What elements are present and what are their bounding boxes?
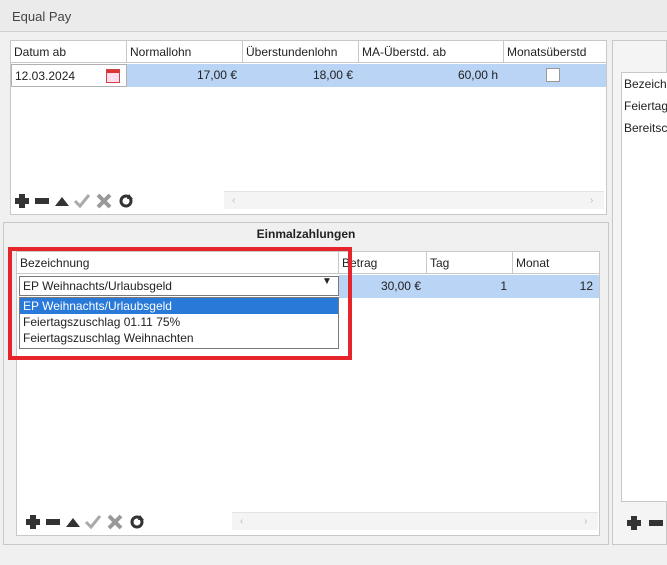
move-up-icon[interactable] <box>53 192 71 210</box>
scroll-left-icon[interactable]: ‹ <box>240 516 243 527</box>
add-icon[interactable] <box>13 192 31 210</box>
horizontal-scrollbar[interactable]: ‹ › <box>224 191 604 209</box>
ueberstundenlohn-cell[interactable]: 18,00 € <box>243 64 359 87</box>
calendar-icon[interactable] <box>106 69 120 83</box>
table-row[interactable]: 12.03.2024 17,00 € 18,00 € 60,00 h <box>11 64 606 88</box>
col-betrag[interactable]: Betrag <box>339 252 427 274</box>
col-monat[interactable]: Monat <box>513 252 599 274</box>
col-monatsueberstd[interactable]: Monatsüberstd <box>504 41 606 63</box>
grid-toolbar <box>13 191 163 211</box>
right-panel: Bezeich Feiertag Bereitsc <box>612 40 667 545</box>
equal-pay-grid: Datum ab Normallohn Überstundenlohn MA-Ü… <box>10 40 607 215</box>
remove-icon[interactable] <box>44 513 62 531</box>
col-ueberstundenlohn[interactable]: Überstundenlohn <box>243 41 359 63</box>
add-icon[interactable] <box>24 513 42 531</box>
col-normallohn[interactable]: Normallohn <box>127 41 243 63</box>
col-tag[interactable]: Tag <box>427 252 513 274</box>
add-icon[interactable] <box>625 514 643 532</box>
scroll-left-icon[interactable]: ‹ <box>232 195 235 206</box>
monatsueberstd-checkbox[interactable] <box>546 68 560 82</box>
horizontal-scrollbar[interactable]: ‹ › <box>232 512 598 530</box>
refresh-icon[interactable] <box>128 513 146 531</box>
ma-ueberstd-cell[interactable]: 60,00 h <box>359 64 504 87</box>
cancel-icon[interactable] <box>95 192 113 210</box>
einmal-toolbar <box>24 512 174 532</box>
scroll-right-icon[interactable]: › <box>584 516 587 527</box>
einmalzahlungen-group: Einmalzahlungen Bezeichnung Betrag Tag M… <box>3 222 609 545</box>
scroll-right-icon[interactable]: › <box>590 195 593 206</box>
right-list: Bezeich Feiertag Bereitsc <box>621 72 667 502</box>
date-cell[interactable]: 12.03.2024 <box>11 64 127 87</box>
grid-header: Datum ab Normallohn Überstundenlohn MA-Ü… <box>11 41 606 63</box>
list-item[interactable]: Bezeich <box>624 77 667 91</box>
highlight-box <box>8 247 352 360</box>
col-ma-ueberstd-ab[interactable]: MA-Überstd. ab <box>359 41 504 63</box>
section-title: Einmalzahlungen <box>256 227 356 241</box>
title-bar: Equal Pay <box>0 0 667 32</box>
betrag-cell[interactable]: 30,00 € <box>339 275 427 298</box>
cancel-icon[interactable] <box>106 513 124 531</box>
list-item[interactable]: Bereitsc <box>624 121 667 135</box>
check-icon[interactable] <box>84 513 102 531</box>
remove-icon[interactable] <box>647 514 665 532</box>
remove-icon[interactable] <box>33 192 51 210</box>
col-datum-ab[interactable]: Datum ab <box>11 41 127 63</box>
move-up-icon[interactable] <box>64 513 82 531</box>
window-title: Equal Pay <box>12 9 72 24</box>
normallohn-cell[interactable]: 17,00 € <box>127 64 243 87</box>
refresh-icon[interactable] <box>117 192 135 210</box>
date-value: 12.03.2024 <box>15 69 76 83</box>
monat-cell[interactable]: 12 <box>513 275 599 298</box>
tag-cell[interactable]: 1 <box>427 275 513 298</box>
check-icon[interactable] <box>73 192 91 210</box>
list-item[interactable]: Feiertag <box>624 99 667 113</box>
monatsueberstd-cell[interactable] <box>504 64 606 87</box>
